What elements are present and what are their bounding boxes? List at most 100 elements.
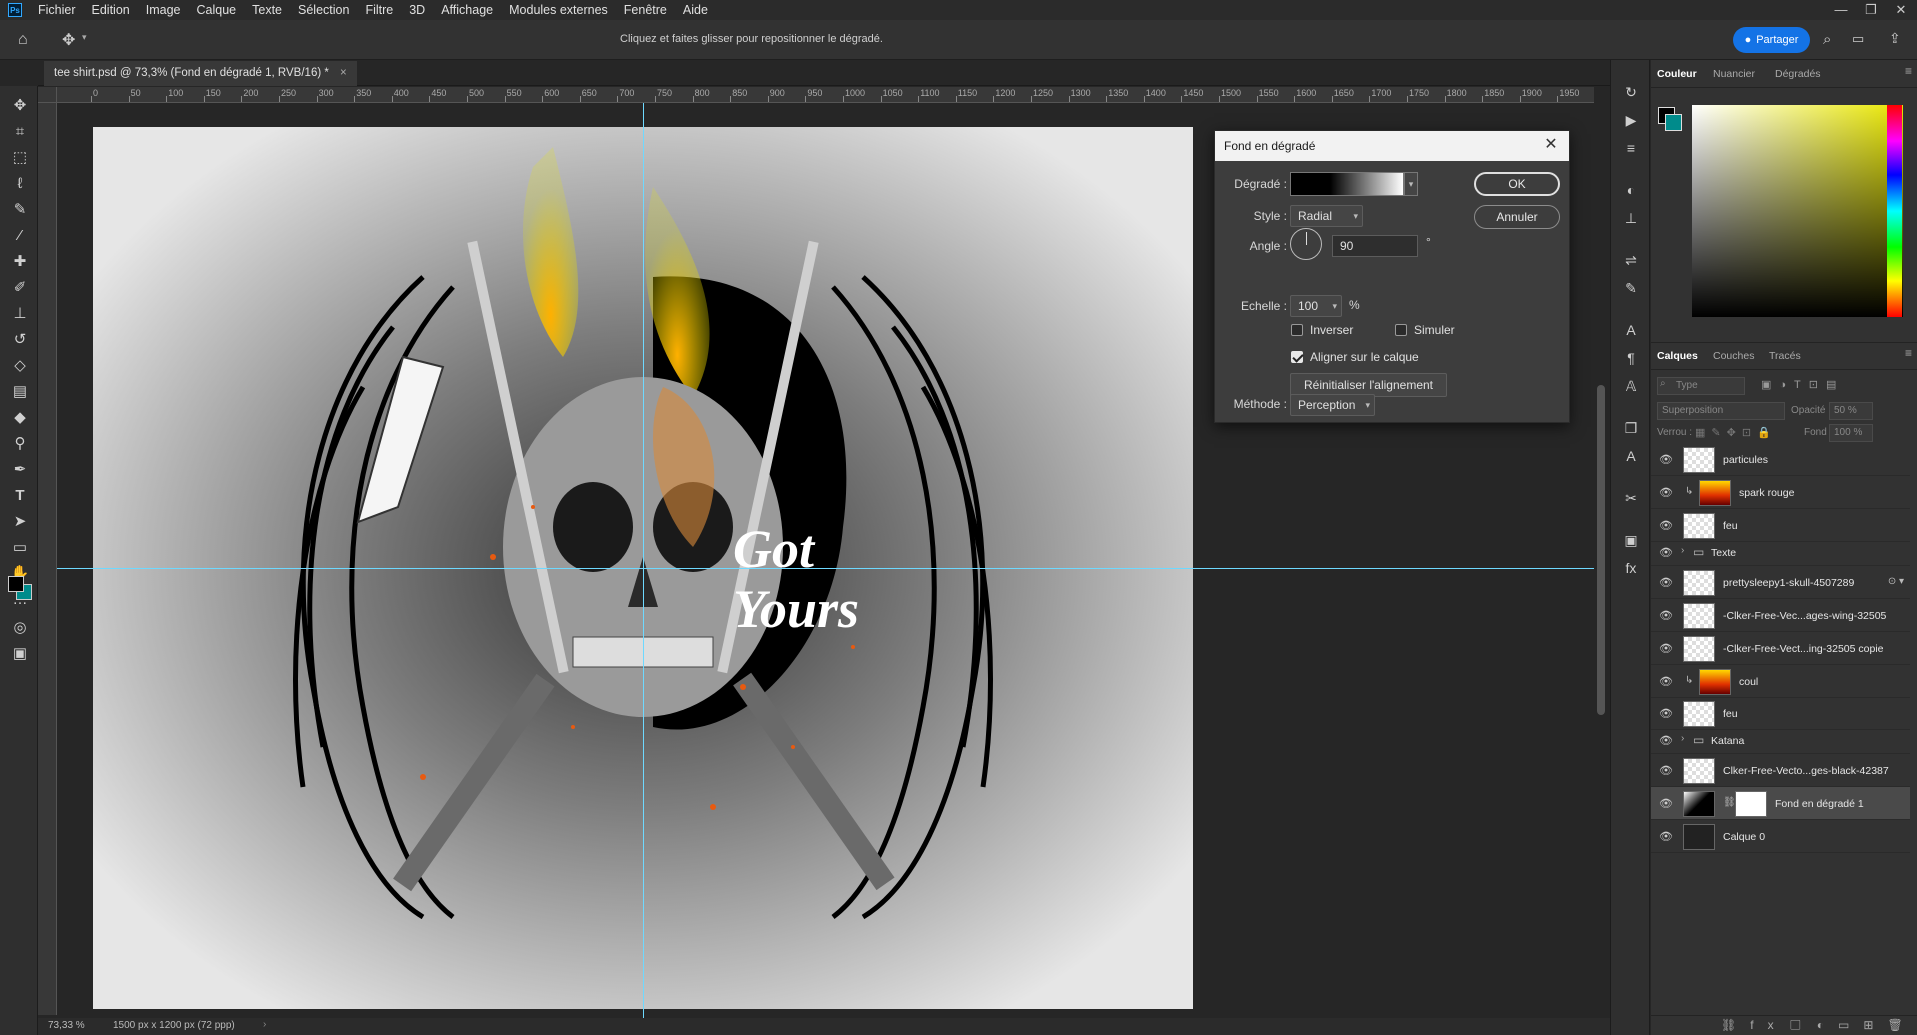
layer-thumbnail[interactable] bbox=[1683, 570, 1715, 596]
visibility-eye-icon[interactable]: 👁 bbox=[1659, 546, 1673, 559]
menu-item-9[interactable]: Modules externes bbox=[501, 0, 616, 20]
align-with-layer-checkbox[interactable] bbox=[1291, 351, 1303, 363]
actions-play-icon[interactable]: ▶ bbox=[1621, 110, 1641, 130]
fill-input[interactable]: 100 % bbox=[1829, 424, 1873, 442]
opacity-input[interactable]: 50 % bbox=[1829, 402, 1873, 420]
layer-mask-thumbnail[interactable] bbox=[1735, 791, 1767, 817]
zoom-level[interactable]: 73,33 % bbox=[48, 1020, 85, 1031]
scale-input[interactable]: 100 ▾ bbox=[1290, 295, 1342, 317]
export-icon[interactable]: ⇪ bbox=[1889, 30, 1901, 47]
history-icon[interactable]: ↻ bbox=[1621, 82, 1641, 102]
panel-menu-icon[interactable]: ≡ bbox=[1905, 64, 1912, 78]
tool-preset-chevron-icon[interactable]: ▾ bbox=[82, 32, 87, 43]
character-icon[interactable]: A bbox=[1621, 320, 1641, 340]
style-select[interactable]: Radial ▾ bbox=[1290, 205, 1363, 227]
tools-icon[interactable]: ✂ bbox=[1621, 488, 1641, 508]
layer-row[interactable]: 👁 -Clker-Free-Vec...ages-wing-32505 bbox=[1651, 599, 1910, 632]
quick-selection-icon[interactable]: ✎ bbox=[10, 200, 30, 220]
layer-thumbnail[interactable] bbox=[1683, 701, 1715, 727]
quick-mask-icon[interactable]: ◎ bbox=[10, 618, 30, 638]
menu-item-11[interactable]: Aide bbox=[675, 0, 716, 20]
shape-tool-icon[interactable]: ▭ bbox=[10, 538, 30, 558]
visibility-eye-icon[interactable]: 👁 bbox=[1659, 707, 1673, 720]
tab-swatches[interactable]: Nuancier bbox=[1713, 68, 1755, 80]
styles-icon[interactable]: A bbox=[1621, 446, 1641, 466]
brush-settings-icon[interactable]: ⇌ bbox=[1621, 250, 1641, 270]
move-tool-icon[interactable]: ✥ bbox=[10, 96, 30, 116]
brush-tool-icon[interactable]: ✐ bbox=[10, 278, 30, 298]
layer-row[interactable]: 👁 particules bbox=[1651, 443, 1910, 476]
healing-brush-icon[interactable]: ✚ bbox=[10, 252, 30, 272]
status-chevron-icon[interactable]: › bbox=[263, 1019, 266, 1030]
ok-button[interactable]: OK bbox=[1474, 172, 1560, 196]
layer-row[interactable]: 👁 -Clker-Free-Vect...ing-32505 copie bbox=[1651, 632, 1910, 665]
visibility-eye-icon[interactable]: 👁 bbox=[1659, 830, 1673, 843]
scrollbar-thumb[interactable] bbox=[1597, 385, 1605, 715]
blur-tool-icon[interactable]: ◆ bbox=[10, 408, 30, 428]
home-icon[interactable]: ⌂ bbox=[18, 31, 28, 49]
layer-row[interactable]: 👁 ↳ coul bbox=[1651, 665, 1910, 698]
history-brush-icon[interactable]: ↺ bbox=[10, 330, 30, 350]
layer-thumbnail[interactable] bbox=[1699, 669, 1731, 695]
lasso-tool-icon[interactable]: ℓ bbox=[10, 174, 30, 194]
color-wheel-icon[interactable]: ◐ bbox=[1621, 180, 1641, 200]
visibility-eye-icon[interactable]: 👁 bbox=[1659, 576, 1673, 589]
tab-paths[interactable]: Tracés bbox=[1769, 350, 1801, 362]
tab-gradients[interactable]: Dégradés bbox=[1775, 68, 1821, 80]
layer-row[interactable]: 👁 › ▭ Texte bbox=[1651, 540, 1910, 566]
menu-item-0[interactable]: Fichier bbox=[30, 0, 84, 20]
marquee-tool-icon[interactable]: ⬚ bbox=[10, 148, 30, 168]
visibility-eye-icon[interactable]: 👁 bbox=[1659, 764, 1673, 777]
visibility-eye-icon[interactable]: 👁 bbox=[1659, 519, 1673, 532]
layer-filter-icons[interactable]: ▣◑T⊡▤ bbox=[1761, 378, 1844, 391]
tab-layers[interactable]: Calques bbox=[1657, 350, 1698, 362]
libraries-icon[interactable]: ❐ bbox=[1621, 418, 1641, 438]
type-tool-icon[interactable]: T bbox=[10, 486, 30, 506]
lock-icons[interactable]: ▦✎✥⊡🔒 bbox=[1695, 426, 1777, 439]
menu-item-10[interactable]: Fenêtre bbox=[616, 0, 675, 20]
menu-item-8[interactable]: Affichage bbox=[433, 0, 501, 20]
menu-item-1[interactable]: Edition bbox=[84, 0, 138, 20]
layer-row[interactable]: 👁 ⊙ ▾ prettysleepy1-skull-4507289 bbox=[1651, 566, 1910, 599]
stamp-tool-icon[interactable]: ⊥ bbox=[10, 304, 30, 324]
layer-thumbnail[interactable] bbox=[1683, 824, 1715, 850]
close-window-button[interactable]: ✕ bbox=[1886, 0, 1916, 20]
gradient-tool-icon[interactable]: ▤ bbox=[10, 382, 30, 402]
layer-thumbnail[interactable] bbox=[1683, 447, 1715, 473]
document-tab[interactable]: tee shirt.psd @ 73,3% (Fond en dégradé 1… bbox=[44, 61, 357, 86]
visibility-eye-icon[interactable]: 👁 bbox=[1659, 797, 1673, 810]
share-button[interactable]: ● Partager bbox=[1733, 27, 1810, 53]
mask-link-icon[interactable]: ⛓ bbox=[1723, 797, 1736, 808]
angle-input[interactable]: 90 bbox=[1332, 235, 1418, 257]
layers-panel-menu-icon[interactable]: ≡ bbox=[1905, 346, 1912, 360]
group-expand-chevron-icon[interactable]: › bbox=[1681, 545, 1684, 556]
fx-icon[interactable]: fx bbox=[1621, 558, 1641, 578]
workspace-icon[interactable]: ▭ bbox=[1852, 31, 1864, 47]
tab-close-icon[interactable]: × bbox=[340, 67, 347, 79]
tab-channels[interactable]: Couches bbox=[1713, 350, 1754, 362]
layer-row[interactable]: 👁 feu bbox=[1651, 509, 1910, 542]
layer-thumbnail[interactable] bbox=[1683, 636, 1715, 662]
reverse-checkbox[interactable] bbox=[1291, 324, 1303, 336]
layer-thumbnail[interactable] bbox=[1683, 603, 1715, 629]
3d-icon[interactable]: ▣ bbox=[1621, 530, 1641, 550]
maximize-button[interactable]: ❐ bbox=[1856, 0, 1886, 20]
gradient-dropdown-chevron-icon[interactable]: ▾ bbox=[1404, 172, 1418, 196]
guide-vertical[interactable] bbox=[643, 103, 644, 1018]
visibility-eye-icon[interactable]: 👁 bbox=[1659, 675, 1673, 688]
layer-filter-select[interactable]: Type bbox=[1657, 377, 1745, 395]
hue-slider[interactable] bbox=[1887, 105, 1902, 317]
clone-source-icon[interactable]: ⊥ bbox=[1621, 208, 1641, 228]
dodge-tool-icon[interactable]: ⚲ bbox=[10, 434, 30, 454]
menu-item-6[interactable]: Filtre bbox=[357, 0, 401, 20]
visibility-eye-icon[interactable]: 👁 bbox=[1659, 642, 1673, 655]
dither-checkbox[interactable] bbox=[1395, 324, 1407, 336]
path-selection-icon[interactable]: ➤ bbox=[10, 512, 30, 532]
glyphs-icon[interactable]: 𝔸 bbox=[1621, 376, 1641, 396]
visibility-eye-icon[interactable]: 👁 bbox=[1659, 453, 1673, 466]
color-picker-field[interactable] bbox=[1692, 105, 1903, 317]
blend-mode-select[interactable]: Superposition bbox=[1657, 402, 1785, 420]
adjustments-icon[interactable]: ≡ bbox=[1621, 138, 1641, 158]
smart-filter-icon[interactable]: ⊙ ▾ bbox=[1888, 576, 1904, 587]
paragraph-icon[interactable]: ¶ bbox=[1621, 348, 1641, 368]
